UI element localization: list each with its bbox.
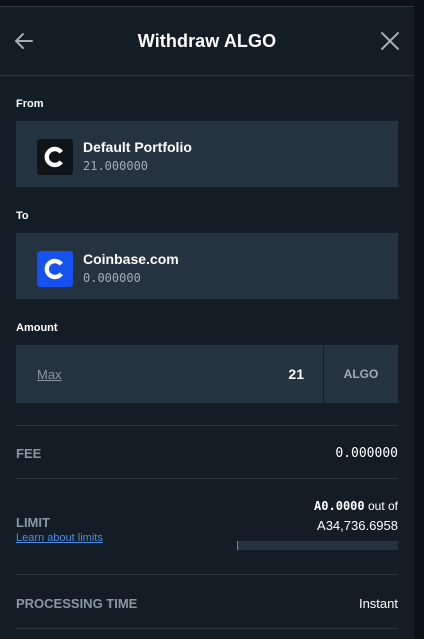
amount-field: Max 21 ALGO	[16, 345, 398, 403]
divider	[16, 628, 398, 629]
max-button[interactable]: Max	[37, 367, 62, 382]
divider	[16, 478, 398, 479]
learn-about-limits-link[interactable]: Learn about limits	[16, 532, 103, 544]
limit-progress-fill	[237, 541, 238, 550]
divider	[16, 574, 398, 575]
limit-label: LIMIT	[16, 515, 50, 530]
fee-value: 0.000000	[335, 446, 398, 461]
processing-time-value: Instant	[358, 596, 398, 611]
coinbase-logo-icon	[37, 251, 73, 287]
divider	[16, 425, 398, 426]
to-wallet-name: Coinbase.com	[83, 251, 179, 267]
to-wallet-balance: 0.000000	[83, 271, 141, 285]
amount-input[interactable]: 21	[288, 366, 304, 382]
from-wallet-name: Default Portfolio	[83, 139, 192, 155]
limit-used: A0.0000	[314, 499, 365, 513]
from-label: From	[16, 98, 44, 110]
fee-label: FEE	[16, 446, 42, 461]
limit-total: A34,736.6958	[317, 518, 398, 533]
page-title: Withdraw ALGO	[137, 31, 277, 51]
amount-unit: ALGO	[343, 367, 379, 381]
limit-progress-bar	[237, 541, 398, 550]
dialog-header: Withdraw ALGO	[0, 7, 414, 76]
from-wallet-balance: 21.000000	[83, 159, 149, 173]
processing-time-label: PROCESSING TIME	[16, 596, 138, 611]
withdraw-dialog: Withdraw ALGO From Default Portfolio 21.…	[0, 6, 414, 639]
close-icon[interactable]	[378, 29, 402, 53]
coinbase-logo-icon	[37, 139, 73, 175]
from-wallet-selector[interactable]: Default Portfolio 21.000000	[16, 121, 398, 187]
limit-out-of: out of	[367, 499, 398, 513]
amount-label: Amount	[16, 322, 58, 334]
to-label: To	[16, 210, 29, 222]
limit-used-line: A0.0000 out of	[314, 499, 398, 513]
to-wallet-selector[interactable]: Coinbase.com 0.000000	[16, 233, 398, 299]
